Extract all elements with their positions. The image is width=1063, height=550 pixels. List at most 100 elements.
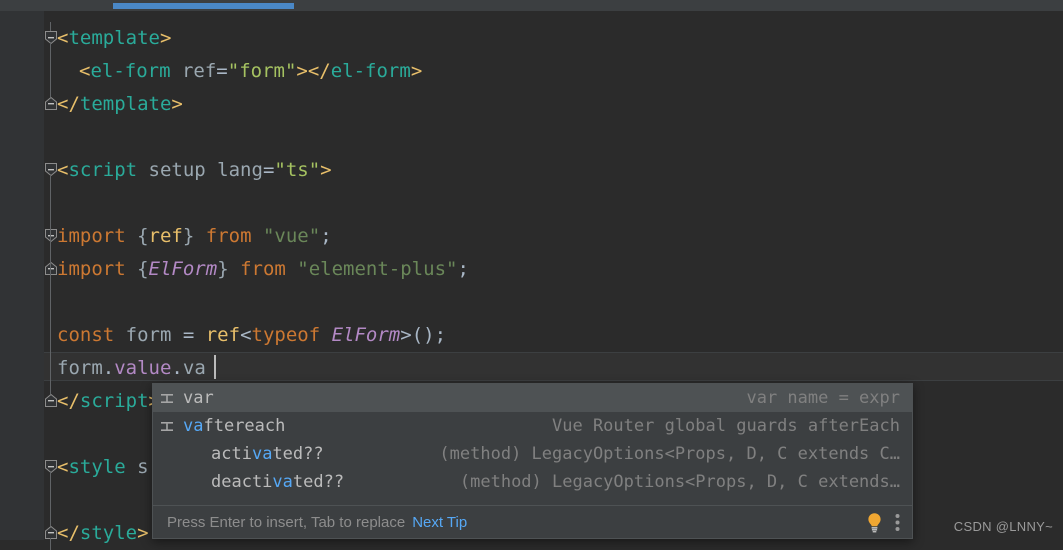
code-token: ; (457, 258, 469, 280)
code-token: > (400, 324, 412, 346)
code-token: "vue" (262, 225, 321, 247)
code-token: va (182, 357, 206, 379)
code-line: </template> (57, 88, 183, 121)
code-token: template (68, 27, 160, 49)
code-token: import (57, 258, 126, 280)
completion-item-type: (method) LegacyOptions<Props, D, C exten… (439, 444, 900, 464)
code-line: <style s (57, 451, 149, 484)
code-line: const form = ref<typeof ElForm>(); (57, 319, 446, 352)
completion-item-type: var name = expr (746, 388, 900, 408)
code-token: ElForm (148, 258, 218, 280)
code-token: style (68, 456, 126, 478)
code-line: </script> (57, 385, 160, 418)
code-token: from (194, 225, 252, 247)
code-token: s (125, 456, 149, 478)
code-token: } (182, 225, 195, 247)
completion-footer: Press Enter to insert, Tab to replace Ne… (153, 505, 912, 538)
code-token: < (57, 456, 69, 478)
watermark-text: CSDN @LNNY~ (953, 519, 1053, 534)
text-caret (214, 355, 216, 379)
code-token: typeof (251, 324, 321, 346)
code-token: lang (205, 159, 263, 181)
code-token: </ (57, 93, 80, 115)
code-token: ElForm (331, 324, 401, 346)
code-line: <script setup lang="ts"> (57, 154, 332, 187)
code-token: < (79, 60, 91, 82)
code-token: } (217, 258, 229, 280)
code-token: { (137, 225, 149, 247)
completion-hint-text: Press Enter to insert, Tab to replace (167, 513, 406, 531)
code-token: ; (320, 225, 332, 247)
code-token: = (262, 159, 275, 181)
window-top-bar (0, 0, 1063, 11)
code-token: < (57, 27, 69, 49)
code-token: ref (205, 324, 241, 346)
code-token: el-form (330, 60, 411, 82)
kebab-menu-icon[interactable] (895, 513, 900, 532)
code-token: </ (57, 390, 80, 412)
code-token: template (79, 93, 172, 115)
completion-item[interactable]: deactivated?? (method) LegacyOptions<Prop… (153, 468, 912, 496)
code-token: > (296, 60, 308, 82)
code-token: > (159, 27, 172, 49)
code-token: < (240, 324, 252, 346)
code-token: </ (57, 522, 80, 544)
lightbulb-icon[interactable] (866, 512, 883, 533)
code-token: script (79, 390, 149, 412)
completion-item-label: deactivated?? (211, 472, 345, 492)
code-token: </ (307, 60, 331, 82)
completion-item-label: var (183, 388, 214, 408)
code-token: ref (148, 225, 183, 247)
completion-item[interactable]: var var name = expr (153, 384, 912, 412)
code-token: = (171, 324, 206, 346)
code-token: "ts" (274, 159, 321, 181)
completion-item[interactable]: vaftereach Vue Router global guards after… (153, 412, 912, 440)
next-tip-link[interactable]: Next Tip (412, 514, 467, 531)
code-token: "element-plus" (297, 258, 458, 280)
completion-item-label: activated?? (211, 444, 324, 464)
code-token: > (410, 60, 423, 82)
code-line: import {ref} from "vue"; (57, 220, 332, 253)
code-token: ; (434, 324, 447, 346)
code-line: <el-form ref="form"></el-form> (79, 55, 422, 88)
code-line: form.value.va (57, 352, 206, 385)
code-line: <template> (57, 22, 171, 55)
completion-item-list[interactable]: var var name = expr vaftereach Vue Router g… (153, 384, 912, 506)
code-token: form (57, 357, 103, 379)
code-token: > (171, 93, 183, 115)
code-token: from (228, 258, 286, 280)
code-token: { (137, 258, 149, 280)
tab-active-indicator (113, 3, 294, 9)
completion-item-type: Vue Router global guards afterEach (552, 416, 900, 436)
code-token: ref (170, 60, 217, 82)
code-token: () (411, 324, 435, 346)
live-template-icon (153, 419, 181, 433)
code-token: = (216, 60, 228, 82)
completion-item-label: vaftereach (183, 416, 286, 436)
code-token: . (102, 357, 115, 379)
code-line: </style> (57, 517, 149, 550)
completion-item-type: (method) LegacyOptions<Props, D, C exten… (459, 472, 900, 492)
code-line: import {ElForm} from "element-plus"; (57, 253, 469, 286)
code-token: script (68, 159, 138, 181)
code-token: value (114, 357, 172, 379)
code-token: > (320, 159, 332, 181)
code-token: < (57, 159, 69, 181)
code-token: const (57, 324, 115, 346)
code-token: style (79, 522, 138, 544)
code-completion-popup[interactable]: var var name = expr vaftereach Vue Router g… (152, 383, 913, 539)
code-token: > (137, 522, 149, 544)
code-token: import (57, 225, 126, 247)
code-token: el-form (90, 60, 171, 82)
completion-item[interactable]: activated?? (method) LegacyOptions<Props,… (153, 440, 912, 468)
code-token: "form" (227, 60, 297, 82)
code-token: setup (137, 159, 206, 181)
code-editor[interactable]: <template> <el-form ref="form"></el-form>… (0, 11, 1063, 550)
code-token: . (171, 357, 183, 379)
code-token: form (114, 324, 172, 346)
